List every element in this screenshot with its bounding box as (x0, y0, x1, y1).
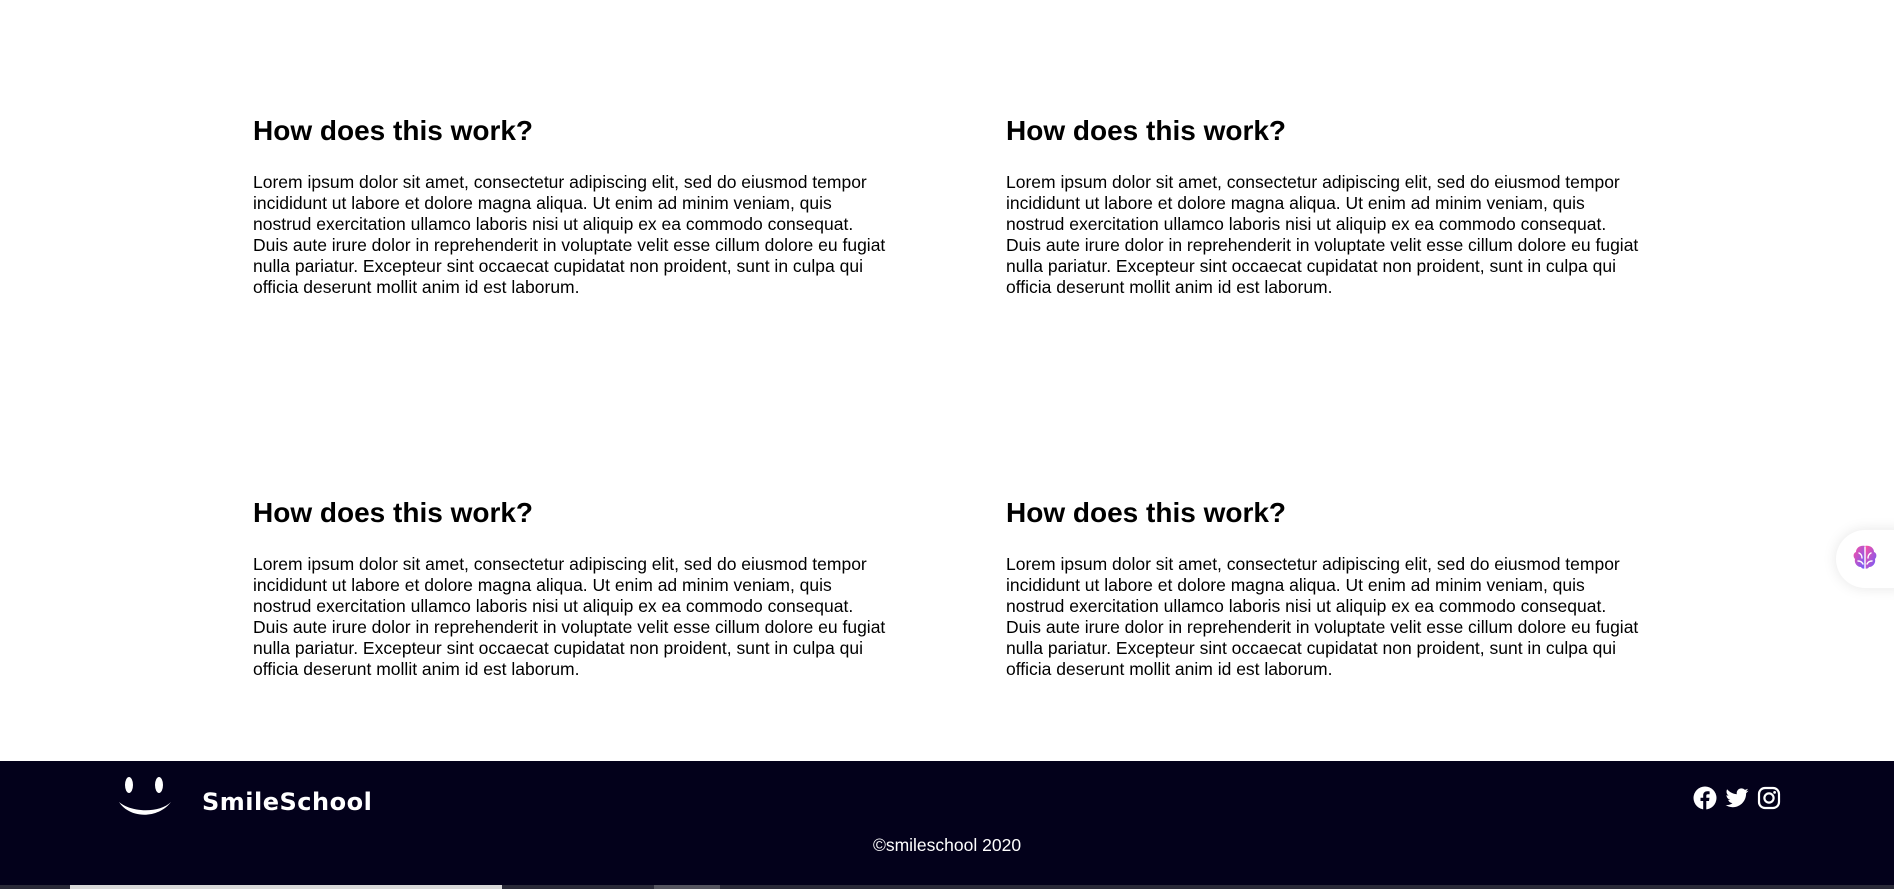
horizontal-scrollbar[interactable] (0, 885, 1894, 889)
site-footer: SmileSchool ©smileschool 2020 (0, 761, 1894, 889)
faq-item: How does this work? Lorem ipsum dolor si… (1006, 496, 1656, 680)
instagram-icon[interactable] (1756, 785, 1782, 811)
faq-body: Lorem ipsum dolor sit amet, consectetur … (253, 172, 886, 297)
copyright-text: ©smileschool 2020 (872, 835, 1022, 855)
faq-body: Lorem ipsum dolor sit amet, consectetur … (1006, 554, 1639, 679)
smile-logo-icon (116, 775, 174, 828)
brand-name: SmileSchool (202, 787, 373, 816)
twitter-icon[interactable] (1724, 785, 1750, 811)
faq-title: How does this work? (1006, 497, 1287, 528)
faq-item: How does this work? Lorem ipsum dolor si… (253, 114, 903, 298)
faq-title: How does this work? (253, 497, 534, 528)
logo[interactable]: SmileSchool (116, 775, 372, 828)
social-links (1692, 785, 1782, 811)
scrollbar-segment (654, 885, 720, 889)
faq-item: How does this work? Lorem ipsum dolor si… (1006, 114, 1656, 298)
faq-body: Lorem ipsum dolor sit amet, consectetur … (253, 554, 886, 679)
brain-icon (1850, 542, 1880, 577)
floating-assistant-button[interactable] (1836, 530, 1894, 588)
faq-body: Lorem ipsum dolor sit amet, consectetur … (1006, 172, 1639, 297)
faq-item: How does this work? Lorem ipsum dolor si… (253, 496, 903, 680)
faq-title: How does this work? (253, 115, 534, 146)
faq-title: How does this work? (1006, 115, 1287, 146)
scrollbar-thumb[interactable] (70, 885, 502, 889)
facebook-icon[interactable] (1692, 785, 1718, 811)
